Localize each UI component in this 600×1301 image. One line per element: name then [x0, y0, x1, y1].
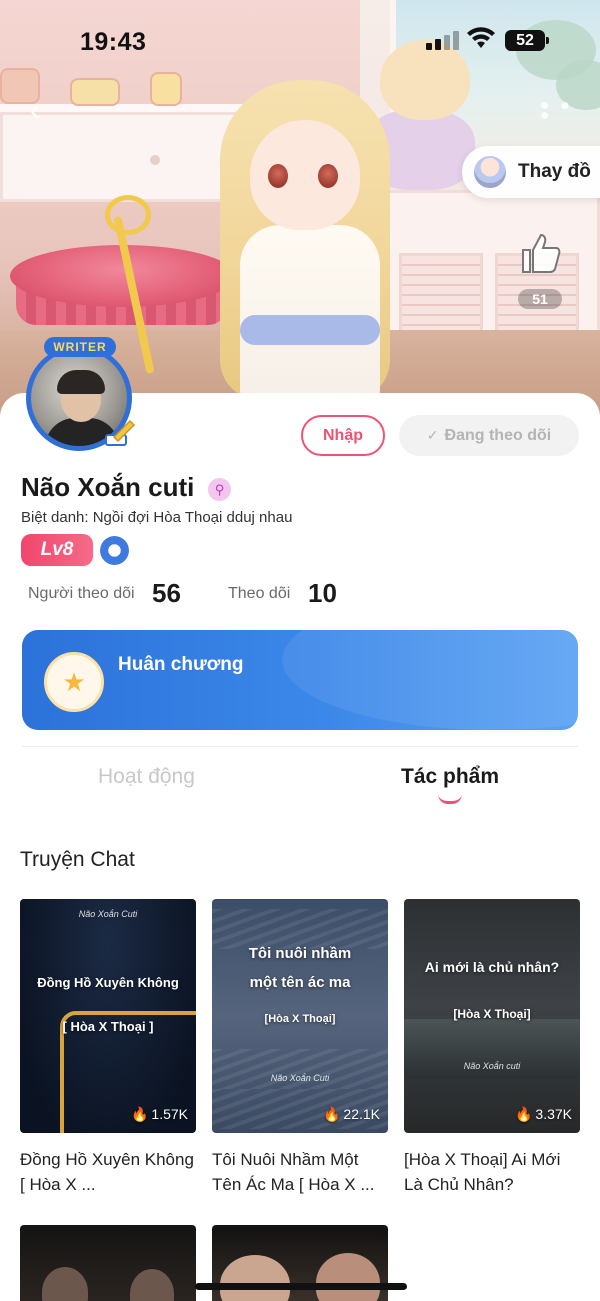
view-count: 🔥 3.37K — [515, 1106, 572, 1123]
cover-subtitle: [Hòa X Thoại] — [264, 1013, 336, 1025]
hero-character-face — [250, 120, 360, 230]
hero-character-ribbon — [240, 315, 380, 345]
author-badge-icon[interactable] — [100, 536, 129, 565]
profile-nickname: Biệt danh: Ngồi đợi Hòa Thoại dduj nhau — [21, 509, 293, 526]
view-count: 🔥 22.1K — [323, 1106, 380, 1123]
cover-title-line1: Tôi nuôi nhầm — [248, 945, 352, 962]
fire-icon: 🔥 — [130, 1106, 149, 1122]
change-outfit-button[interactable]: Thay đồ — [462, 146, 600, 198]
tab-works[interactable]: Tác phẩm — [401, 765, 499, 789]
cellular-signal-icon — [426, 30, 459, 50]
medal-banner[interactable]: Huân chương — [22, 630, 578, 730]
divider — [22, 746, 578, 747]
import-button[interactable]: Nhập — [301, 415, 385, 456]
like-count: 51 — [518, 289, 562, 309]
story-title[interactable]: Tôi Nuôi Nhầm Một Tên Ác Ma [ Hòa X ... — [212, 1147, 388, 1197]
cover-title: Đồng Hồ Xuyên Không — [37, 975, 179, 990]
profile-page: 19:43 52 ‹ • • • Thay đồ 51 WRITER Nhập … — [0, 0, 600, 1301]
story-cover[interactable] — [20, 1225, 196, 1301]
following-button-label: Đang theo dõi — [444, 427, 552, 444]
cover-title: Ai mới là chủ nhân? — [424, 959, 560, 975]
cover-title-line2: một tên ác ma — [249, 974, 351, 991]
story-card[interactable]: Ai mới là chủ nhân? [Hòa X Thoại] Não Xo… — [404, 899, 580, 1197]
story-card[interactable]: Não Xoắn Cuti Đồng Hồ Xuyên Không [ Hòa … — [20, 899, 196, 1197]
profile-name: Não Xoắn cuti — [21, 472, 195, 502]
followers-label[interactable]: Người theo dõi — [28, 585, 135, 603]
back-arrow-icon[interactable]: ‹ — [30, 96, 56, 126]
hero-gift-box — [70, 78, 120, 106]
following-label[interactable]: Theo dõi — [228, 585, 290, 603]
fire-icon: 🔥 — [322, 1106, 341, 1122]
view-count-value: 1.57K — [151, 1106, 188, 1122]
thumbs-up-icon — [522, 233, 561, 273]
cover-signature: Não Xoắn cuti — [463, 1061, 521, 1071]
medal-title: Huân chương — [118, 654, 244, 675]
hero-drawer-knob — [150, 155, 160, 165]
story-title[interactable]: [Hòa X Thoại] Ai Mới Là Chủ Nhân? — [404, 1147, 580, 1197]
view-count-value: 22.1K — [343, 1106, 380, 1122]
more-dots-icon[interactable]: • • • — [540, 92, 580, 128]
followers-count[interactable]: 56 — [152, 578, 181, 609]
story-card[interactable]: Tôi nuôi nhầm một tên ác ma [Hòa X Thoại… — [212, 899, 388, 1197]
wifi-icon — [467, 27, 495, 48]
writer-badge: WRITER — [44, 337, 116, 357]
cover-subtitle: [ Hòa X Thoại ] — [62, 1019, 154, 1034]
home-indicator[interactable] — [195, 1283, 407, 1290]
cover-signature: Não Xoắn Cuti — [78, 909, 138, 919]
battery-indicator: 52 — [505, 30, 549, 51]
cover-signature: Não Xoắn Cuti — [270, 1073, 330, 1083]
following-button[interactable]: ✓ Đang theo dõi — [399, 415, 579, 456]
view-count-value: 3.37K — [535, 1106, 572, 1122]
story-title[interactable]: Đồng Hồ Xuyên Không [ Hòa X ... — [20, 1147, 196, 1197]
story-cover[interactable]: Tôi nuôi nhầm một tên ác ma [Hòa X Thoại… — [212, 899, 388, 1133]
hero-character-dress — [240, 225, 380, 400]
profile-avatar[interactable]: WRITER — [26, 337, 136, 451]
story-cover[interactable]: Ai mới là chủ nhân? [Hòa X Thoại] Não Xo… — [404, 899, 580, 1133]
check-icon: ✓ — [426, 427, 439, 443]
change-outfit-label: Thay đồ — [518, 161, 591, 182]
verified-badge-icon[interactable]: ⚲ — [208, 478, 231, 501]
fire-icon: 🔥 — [514, 1106, 533, 1122]
like-button[interactable]: 51 — [510, 230, 570, 309]
status-bar: 19:43 52 — [0, 0, 600, 80]
view-count: 🔥 1.57K — [131, 1106, 188, 1123]
section-title: Truyện Chat — [20, 848, 135, 871]
following-count[interactable]: 10 — [308, 578, 337, 609]
hero-wand-heart — [105, 195, 151, 235]
level-badge[interactable]: Lv8 — [21, 534, 93, 566]
status-time: 19:43 — [80, 28, 147, 56]
cover-subtitle: [Hòa X Thoại] — [453, 1007, 531, 1021]
outfit-avatar-icon — [472, 154, 508, 190]
tab-activity[interactable]: Hoạt động — [98, 765, 195, 789]
medal-icon — [44, 652, 104, 712]
writer-pen-icon — [105, 419, 136, 446]
story-cover[interactable]: Não Xoắn Cuti Đồng Hồ Xuyên Không [ Hòa … — [20, 899, 196, 1133]
